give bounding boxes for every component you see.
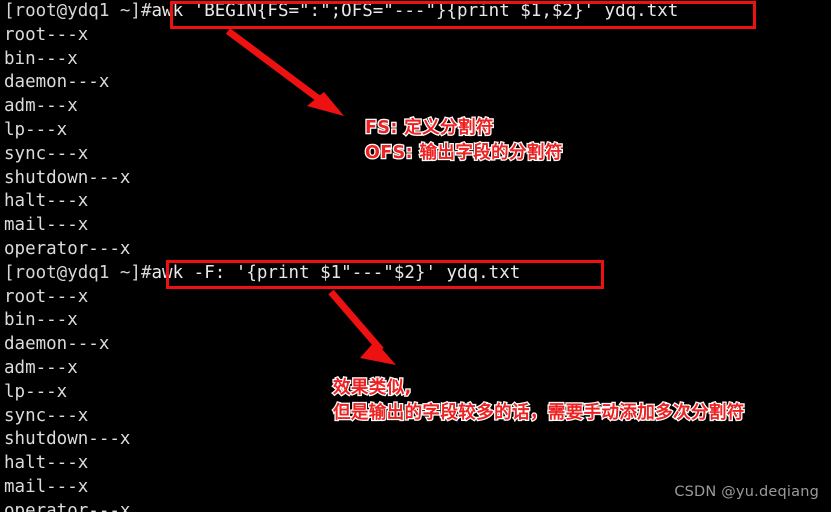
output-line: operator---x [4,238,131,259]
output-line: operator---x [4,500,131,512]
output-line: root---x [4,24,89,45]
output-line: bin---x [4,48,78,69]
output-line: shutdown---x [4,167,131,188]
output-line: root---x [4,286,89,307]
terminal-output-area: [root@ydq1 ~]#awk 'BEGIN{FS=":";OFS="---… [0,0,831,512]
output-line: adm---x [4,96,78,117]
command-line-1[interactable]: [root@ydq1 ~]#awk 'BEGIN{FS=":";OFS="---… [0,0,831,24]
annotation-similar-line: 效果类似, [332,377,413,400]
output-line: daemon---x [4,72,110,93]
annotation-similar-effect: 效果类似, 但是输出的字段较多的话，需要手动添加多次分割符 [332,377,746,425]
output-line: bin---x [4,310,78,331]
output-line: mail---x [4,215,89,236]
command-line-2[interactable]: [root@ydq1 ~]#awk -F: '{print $1"---"$2}… [0,262,831,286]
output-line: daemon---x [4,334,110,355]
terminal-screenshot: [root@ydq1 ~]#awk 'BEGIN{FS=":";OFS="---… [0,0,831,512]
annotation-fs-line: FS: 定义分割符 [364,117,495,140]
annotation-ofs-line: OFS: 输出字段的分割符 [364,142,564,165]
annotation-fs-ofs: FS: 定义分割符 OFS: 输出字段的分割符 [364,117,564,165]
shell-prompt: [root@ydq1 ~]# [4,1,152,21]
output-line: shutdown---x [4,429,131,450]
annotation-manual-separator-line: 但是输出的字段较多的话，需要手动添加多次分割符 [332,402,746,425]
command-text-1: awk 'BEGIN{FS=":";OFS="---"}{print $1,$2… [151,1,679,21]
output-line: halt---x [4,453,89,474]
csdn-watermark: CSDN @yu.deqiang [674,484,819,500]
command-text-2: awk -F: '{print $1"---"$2}' ydq.txt [151,262,521,283]
output-line: halt---x [4,191,89,212]
shell-prompt: [root@ydq1 ~]# [4,262,152,283]
